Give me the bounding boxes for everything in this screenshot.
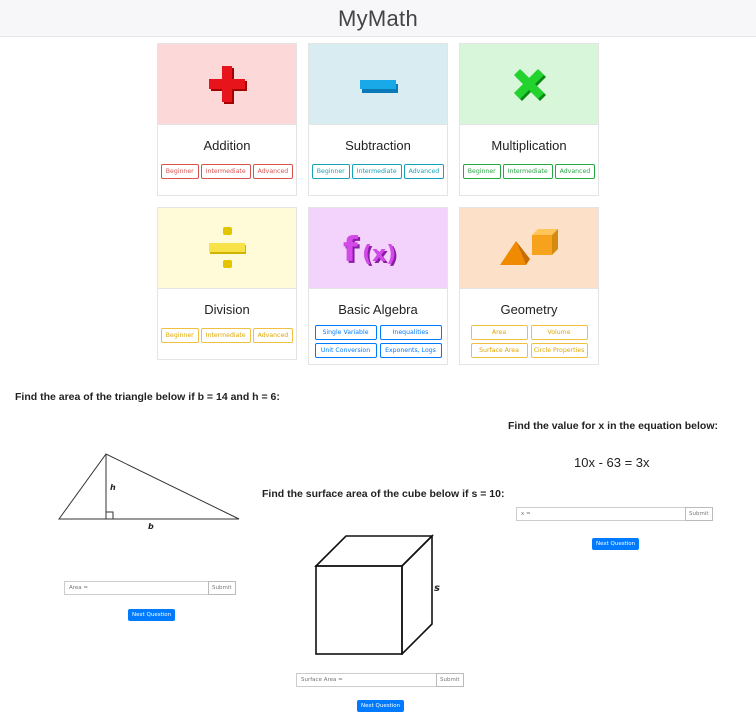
equation-answer-group: Submit	[516, 507, 713, 521]
addition-advanced-button[interactable]: Advanced	[252, 164, 294, 179]
multiplication-beginner-button[interactable]: Beginner	[462, 164, 501, 179]
subtraction-hero	[309, 44, 447, 125]
multiplication-advanced-button[interactable]: Advanced	[554, 164, 596, 179]
svg-text:(x): (x)	[362, 242, 396, 267]
multiplication-intermediate-button[interactable]: Intermediate	[502, 164, 553, 179]
times-icon	[514, 69, 546, 101]
geometry-volume-button[interactable]: Volume	[530, 325, 588, 340]
triangle-next-question-button[interactable]: Next Question	[128, 609, 176, 621]
equation-next-question-button[interactable]: Next Question	[592, 538, 640, 550]
category-title: Basic Algebra	[338, 302, 418, 317]
category-card-subtraction[interactable]: Subtraction Beginner Intermediate Advanc…	[308, 43, 448, 196]
triangle-question: Find the area of the triangle below if b…	[15, 391, 280, 403]
division-hero	[158, 208, 296, 289]
cube-next-question-button[interactable]: Next Question	[357, 700, 405, 712]
triangle-area-input[interactable]	[64, 581, 208, 595]
geometry-surface-area-button[interactable]: Surface Area	[470, 343, 528, 358]
cube-side-label: s	[434, 583, 440, 594]
plus-icon	[209, 66, 247, 104]
category-card-addition[interactable]: Addition Beginner Intermediate Advanced	[157, 43, 297, 196]
equation-question: Find the value for x in the equation bel…	[508, 420, 719, 432]
algebra-unit-conversion-button[interactable]: Unit Conversion	[314, 343, 377, 358]
category-title: Subtraction	[345, 138, 411, 153]
category-title: Multiplication	[491, 138, 567, 153]
addition-intermediate-button[interactable]: Intermediate	[200, 164, 251, 179]
triangle-submit-button[interactable]: Submit	[208, 581, 236, 595]
division-beginner-button[interactable]: Beginner	[160, 328, 199, 343]
equation-display: 10x - 63 = 3x	[574, 455, 650, 470]
algebra-hero: f f (x) (x)	[309, 208, 447, 289]
category-card-division[interactable]: Division Beginner Intermediate Advanced	[157, 207, 297, 360]
subtraction-intermediate-button[interactable]: Intermediate	[351, 164, 402, 179]
algebra-inequalities-button[interactable]: Inequalities	[379, 325, 442, 340]
category-title: Geometry	[500, 302, 558, 317]
subtraction-advanced-button[interactable]: Advanced	[403, 164, 445, 179]
division-advanced-button[interactable]: Advanced	[252, 328, 294, 343]
division-intermediate-button[interactable]: Intermediate	[200, 328, 251, 343]
equation-submit-button[interactable]: Submit	[685, 507, 713, 521]
svg-text:f: f	[343, 230, 359, 270]
cube-surface-area-input[interactable]	[296, 673, 436, 687]
geometry-area-button[interactable]: Area	[470, 325, 528, 340]
triangle-answer-group: Submit	[64, 581, 236, 595]
category-card-multiplication[interactable]: Multiplication Beginner Intermediate Adv…	[459, 43, 599, 196]
minus-icon	[360, 80, 398, 93]
category-card-geometry[interactable]: Geometry Area Volume Surface Area Circle…	[459, 207, 599, 365]
shapes-icon	[500, 229, 558, 265]
geometry-hero	[460, 208, 598, 289]
subtraction-beginner-button[interactable]: Beginner	[311, 164, 350, 179]
category-card-basic-algebra[interactable]: f f (x) (x) Basic Algebra Single Variabl…	[308, 207, 448, 365]
addition-beginner-button[interactable]: Beginner	[160, 164, 199, 179]
cube-figure: s	[314, 534, 440, 655]
equation-x-input[interactable]	[516, 507, 685, 521]
algebra-single-variable-button[interactable]: Single Variable	[314, 325, 377, 340]
multiplication-hero	[460, 44, 598, 125]
triangle-figure: h b	[58, 453, 240, 531]
addition-hero	[158, 44, 296, 125]
function-icon: f f (x) (x)	[343, 230, 398, 272]
cube-answer-group: Submit	[296, 673, 464, 687]
cube-submit-button[interactable]: Submit	[436, 673, 464, 687]
cube-question: Find the surface area of the cube below …	[262, 488, 505, 500]
triangle-height-label: h	[110, 483, 116, 492]
category-title: Division	[204, 302, 250, 317]
algebra-exponents-logs-button[interactable]: Exponents, Logs	[379, 343, 442, 358]
divide-icon	[209, 227, 246, 268]
category-title: Addition	[203, 138, 251, 153]
geometry-circle-properties-button[interactable]: Circle Properties	[530, 343, 588, 358]
app-title: MyMath	[337, 6, 419, 31]
app-header: MyMath	[0, 0, 756, 37]
triangle-base-label: b	[148, 522, 154, 531]
